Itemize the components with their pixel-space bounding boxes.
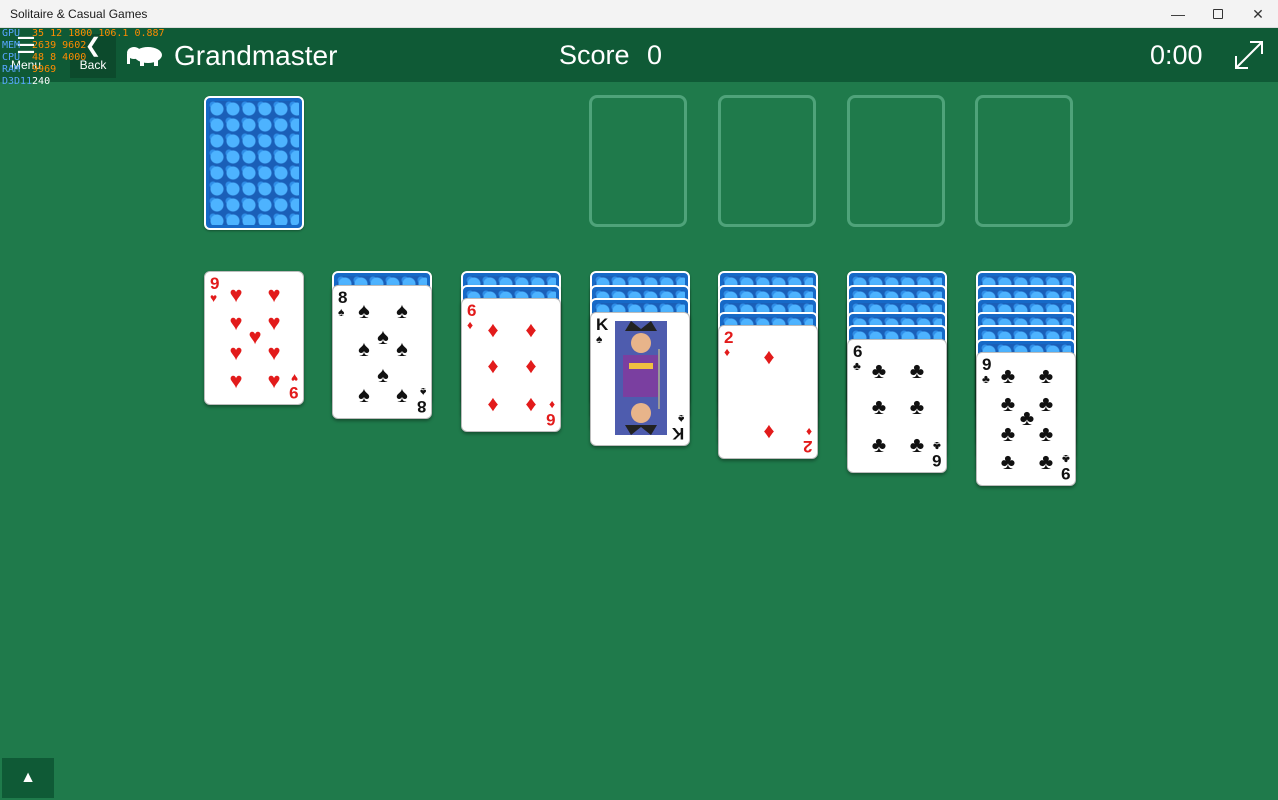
suit-pip-icon: ♠: [358, 335, 370, 361]
suit-pip-icon: ♣: [909, 357, 925, 383]
suit-pip-icon: ♣: [1000, 363, 1016, 388]
card-rank: 8: [338, 287, 348, 307]
suit-pip-icon: ♠: [396, 381, 408, 407]
suit-pip-icon: ♦: [525, 353, 537, 378]
perf-row: GPU 35 12 1800 106.1 0.887: [2, 28, 165, 39]
suit-pip-icon: ♠: [396, 297, 408, 323]
score-value: 0: [647, 40, 663, 70]
card-rank: 9: [982, 355, 992, 374]
window-title: Solitaire & Casual Games: [10, 7, 148, 21]
card-rank: 6: [931, 450, 941, 470]
suit-pip-icon: ♣: [1038, 421, 1054, 446]
suit-icon: ♦: [805, 425, 812, 439]
suit-pip-icon: ♦: [525, 317, 537, 342]
suit-icon: ♥: [290, 371, 298, 385]
expand-diagonal-icon[interactable]: [1232, 38, 1266, 72]
suit-pip-icon: ♥: [229, 368, 243, 393]
suit-pip-icon: ♣: [1038, 363, 1054, 388]
suit-icon: ♥: [210, 291, 218, 305]
foundation-slot[interactable]: [847, 95, 945, 227]
perf-row: MEM 2639 9602: [2, 40, 87, 51]
suit-pip-icon: ♥: [267, 340, 281, 365]
suit-pip-icon: ♠: [396, 335, 408, 361]
card-rank: 9: [210, 274, 220, 293]
suit-icon: ♠: [419, 384, 426, 399]
game-mode-title: Grandmaster: [174, 40, 338, 71]
suit-pip-icon: ♥: [267, 368, 281, 393]
foundation-slot[interactable]: [975, 95, 1073, 227]
suit-icon: ♦: [548, 398, 555, 412]
card-rank: 6: [853, 341, 863, 361]
perf-row: RAM 9969: [2, 64, 57, 75]
suit-pip-icon: ♠: [358, 297, 370, 323]
suit-pip-icon: ♦: [487, 353, 499, 378]
card-rank: 2: [724, 328, 734, 347]
card-rank: 6: [545, 410, 555, 429]
suit-icon: ♣: [853, 358, 861, 373]
playing-card[interactable]: 8 ♠ 8 ♠ ♠ ♠ ♠ ♠ ♠ ♠ ♠ ♠: [332, 284, 432, 419]
suit-pip-icon: ♥: [229, 282, 243, 307]
suit-icon: ♣: [933, 438, 941, 453]
suit-pip-icon: ♣: [1000, 449, 1016, 474]
suit-pip-icon: ♣: [871, 357, 887, 383]
score-label: Score: [559, 40, 630, 70]
close-icon: ✕: [1252, 5, 1264, 22]
suit-pip-icon: ♠: [377, 361, 389, 387]
suit-pip-icon: ♣: [909, 431, 925, 457]
close-button[interactable]: ✕: [1238, 0, 1278, 28]
suit-pip-icon: ♥: [267, 310, 281, 335]
suit-pip-icon: ♥: [229, 340, 243, 365]
suit-pip-icon: ♦: [487, 391, 499, 416]
playing-card[interactable]: 9 ♥ 9 ♥ ♥ ♥ ♥ ♥ ♥ ♥ ♥ ♥ ♥: [204, 271, 304, 405]
suit-pip-icon: ♦: [525, 391, 537, 416]
suit-pip-icon: ♣: [1038, 449, 1054, 474]
playing-card[interactable]: 2 ♦ 2 ♦ ♦ ♦: [718, 325, 818, 459]
playing-card[interactable]: 6 ♣ 6 ♣ ♣ ♣ ♣ ♣ ♣ ♣: [847, 338, 947, 473]
card-rank: K: [671, 423, 684, 443]
suit-icon: ♠: [677, 411, 684, 426]
suit-pip-icon: ♥: [267, 282, 281, 307]
suit-icon: ♦: [467, 318, 474, 332]
card-rank: 9: [288, 383, 298, 402]
suit-icon: ♣: [982, 372, 990, 386]
suit-pip-icon: ♣: [871, 431, 887, 457]
caret-up-icon: ▲: [20, 769, 36, 786]
suit-pip-icon: ♠: [358, 381, 370, 407]
suit-pip-icon: ♣: [909, 393, 925, 419]
bottom-tray-button[interactable]: ▲: [2, 758, 54, 798]
king-artwork-icon: [615, 320, 667, 435]
maximize-icon: [1213, 9, 1223, 19]
playing-card[interactable]: 9 ♣ 9 ♣ ♣ ♣ ♣ ♣ ♣ ♣ ♣ ♣ ♣: [976, 352, 1076, 486]
playing-card[interactable]: 6 ♦ 6 ♦ ♦ ♦ ♦ ♦ ♦ ♦: [461, 298, 561, 432]
suit-pip-icon: ♦: [763, 418, 775, 443]
game-header: ☰ Menu ❮ Back Grandmaster Score 0 0:00: [0, 28, 1278, 82]
minimize-icon: —: [1171, 6, 1185, 22]
card-rank: 2: [802, 437, 812, 456]
card-rank: 9: [1060, 464, 1070, 483]
perf-row: CPU 48 8 4000: [2, 52, 87, 63]
stock-pile[interactable]: [204, 96, 304, 230]
suit-pip-icon: ♦: [487, 317, 499, 342]
foundation-slot[interactable]: [589, 95, 687, 227]
card-rank: 6: [467, 301, 477, 320]
suit-icon: ♣: [1062, 452, 1070, 466]
suit-pip-icon: ♦: [763, 344, 775, 369]
suit-icon: ♦: [724, 345, 731, 359]
card-rank: K: [596, 314, 609, 334]
maximize-button[interactable]: [1198, 0, 1238, 28]
foundation-slot[interactable]: [718, 95, 816, 227]
window-titlebar: Solitaire & Casual Games — ✕: [0, 0, 1278, 28]
suit-icon: ♠: [338, 304, 345, 319]
suit-pip-icon: ♣: [1000, 421, 1016, 446]
playing-card[interactable]: K ♠ K ♠: [590, 311, 690, 446]
suit-pip-icon: ♣: [1038, 391, 1054, 416]
suit-icon: ♠: [596, 331, 603, 346]
minimize-button[interactable]: —: [1158, 0, 1198, 28]
performance-overlay: GPU 35 12 1800 106.1 0.887 MEM 2639 9602…: [2, 28, 165, 88]
game-timer: 0:00: [1150, 40, 1203, 70]
perf-row: D3D11 240: [2, 76, 51, 87]
suit-pip-icon: ♣: [871, 393, 887, 419]
card-rank: 8: [416, 396, 426, 416]
